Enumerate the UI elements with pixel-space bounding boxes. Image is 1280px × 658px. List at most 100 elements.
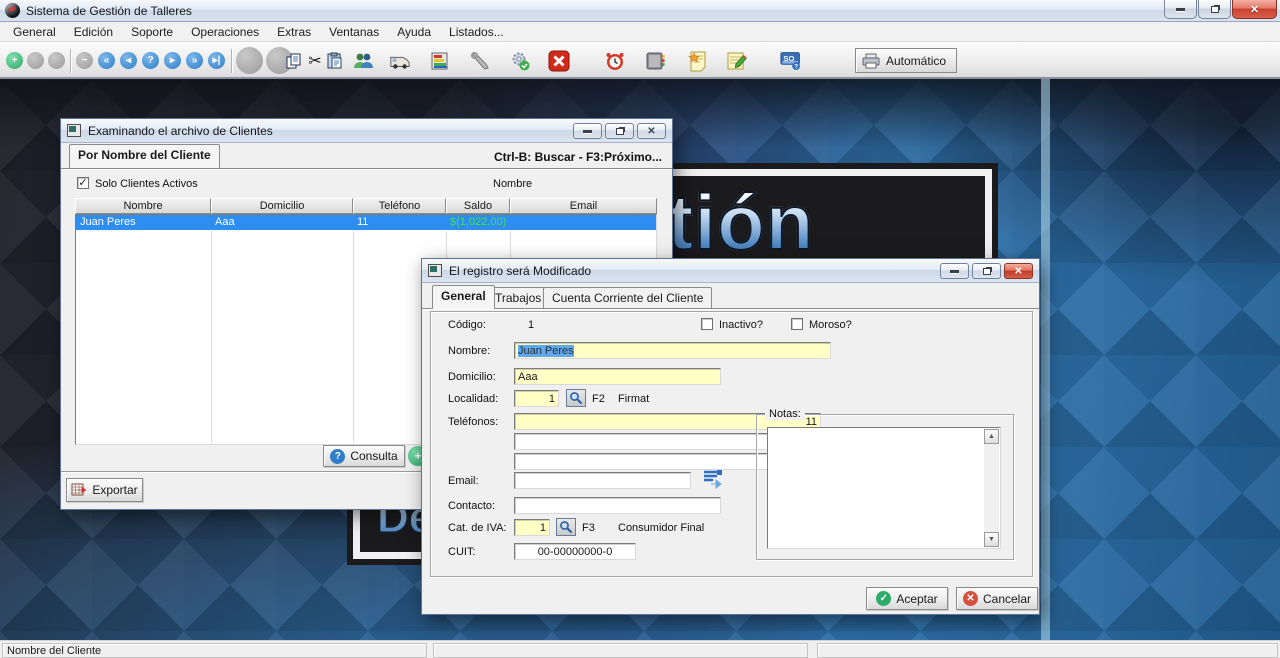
- tools-wrench-icon[interactable]: [469, 50, 491, 72]
- selected-text: Juan Peres: [518, 345, 574, 357]
- menu-extras[interactable]: Extras: [268, 23, 320, 41]
- dialog-minimize-button[interactable]: [940, 263, 969, 279]
- dialog-restore-button[interactable]: [972, 263, 1001, 279]
- alarm-clock-icon[interactable]: [604, 50, 626, 72]
- cancelar-button[interactable]: ✕ Cancelar: [956, 587, 1038, 610]
- nombre-input[interactable]: Juan Peres: [514, 342, 831, 359]
- menu-ventanas[interactable]: Ventanas: [320, 23, 388, 41]
- status-field-name: Nombre del Cliente: [2, 643, 427, 658]
- vehicle-icon[interactable]: [389, 50, 411, 72]
- header-nombre[interactable]: Nombre: [75, 198, 211, 214]
- restore-button[interactable]: [1198, 0, 1231, 19]
- delete-icon[interactable]: [548, 50, 570, 72]
- header-saldo[interactable]: Saldo: [446, 198, 510, 214]
- record-icon-a[interactable]: [27, 52, 44, 69]
- menu-general[interactable]: General: [4, 23, 65, 41]
- browse-tab-por-nombre[interactable]: Por Nombre del Cliente: [69, 144, 220, 168]
- minimize-icon: [1176, 8, 1185, 11]
- first-record-icon[interactable]: «: [98, 52, 115, 69]
- scroll-up-icon[interactable]: ▲: [984, 429, 999, 444]
- cell-email: [510, 215, 656, 230]
- report-save-icon[interactable]: [429, 50, 451, 72]
- localidad-input[interactable]: 1: [514, 390, 559, 407]
- svg-text:?: ?: [794, 64, 798, 71]
- x-icon: ✕: [963, 591, 978, 606]
- menu-listados[interactable]: Listados...: [440, 23, 513, 41]
- menu-edicion[interactable]: Edición: [65, 23, 122, 41]
- record-icon-b[interactable]: [48, 52, 65, 69]
- consulta-button[interactable]: ? Consulta: [323, 445, 405, 467]
- iva-input[interactable]: 1: [514, 519, 550, 536]
- dialog-close-button[interactable]: ✕: [1004, 263, 1033, 279]
- statusbar: Nombre del Cliente: [0, 640, 1280, 658]
- minimize-button[interactable]: [1164, 0, 1197, 19]
- localidad-lookup-button[interactable]: [566, 389, 586, 407]
- shortcut-hint: Ctrl-B: Buscar - F3:Próximo...: [494, 150, 662, 164]
- contacto-input[interactable]: [514, 497, 721, 514]
- note-new-icon[interactable]: [687, 50, 709, 72]
- sql-help-icon[interactable]: SQ?: [780, 50, 802, 72]
- menu-operaciones[interactable]: Operaciones: [182, 23, 268, 41]
- note-edit-icon[interactable]: [725, 50, 747, 72]
- last-record-icon[interactable]: ▸|: [208, 52, 225, 69]
- magnifier-icon: [559, 520, 573, 534]
- domicilio-label: Domicilio:: [448, 371, 496, 383]
- previous-record-icon[interactable]: ◂: [120, 52, 137, 69]
- localidad-name: Firmat: [618, 393, 649, 405]
- header-telefono[interactable]: Teléfono: [353, 198, 446, 214]
- grid-line: [353, 231, 354, 443]
- address-book-icon[interactable]: [644, 50, 666, 72]
- settings-gears-icon[interactable]: [509, 50, 531, 72]
- cuit-input[interactable]: 00-00000000-0: [514, 543, 636, 560]
- tab-cuenta-corriente[interactable]: Cuenta Corriente del Cliente: [543, 287, 712, 309]
- browse-restore-button[interactable]: [605, 123, 634, 139]
- print-automatic-button[interactable]: Automático: [855, 48, 957, 73]
- menu-soporte[interactable]: Soporte: [122, 23, 182, 41]
- solo-activos-checkbox[interactable]: ✓: [77, 177, 89, 189]
- main-titlebar: Sistema de Gestión de Talleres ✕: [0, 0, 1280, 22]
- send-email-button[interactable]: [703, 469, 725, 492]
- notas-scrollbar[interactable]: ▲ ▼: [984, 429, 999, 547]
- tab-trabajos[interactable]: Trabajos: [486, 287, 550, 309]
- header-email[interactable]: Email: [510, 198, 657, 214]
- aceptar-button[interactable]: ✓ Aceptar: [866, 587, 948, 610]
- inactivo-label: Inactivo?: [719, 319, 763, 331]
- paste-icon[interactable]: [324, 50, 346, 72]
- notas-textarea[interactable]: ▲ ▼: [767, 427, 1001, 549]
- query-icon[interactable]: ?: [142, 52, 159, 69]
- copy-icon[interactable]: [283, 50, 305, 72]
- email-input[interactable]: [514, 472, 691, 489]
- add-icon[interactable]: +: [6, 52, 23, 69]
- close-button[interactable]: ✕: [1232, 0, 1277, 19]
- dialog-window-controls: ✕: [937, 263, 1033, 279]
- cut-icon[interactable]: ✂: [304, 50, 326, 72]
- header-domicilio[interactable]: Domicilio: [211, 198, 353, 214]
- iva-lookup-button[interactable]: [556, 518, 576, 536]
- remove-icon[interactable]: −: [76, 52, 93, 69]
- domicilio-input[interactable]: Aaa: [514, 368, 721, 385]
- next-record-icon[interactable]: ▸: [164, 52, 181, 69]
- cell-domicilio: Aaa: [211, 215, 353, 230]
- browse-close-button[interactable]: ✕: [637, 123, 666, 139]
- menubar: General Edición Soporte Operaciones Extr…: [0, 22, 1280, 42]
- codigo-label: Código:: [448, 319, 486, 331]
- clients-icon[interactable]: [352, 50, 374, 72]
- notas-label: Notas:: [765, 408, 805, 420]
- fast-forward-icon[interactable]: »: [186, 52, 203, 69]
- menu-ayuda[interactable]: Ayuda: [388, 23, 440, 41]
- moroso-checkbox[interactable]: [791, 318, 803, 330]
- status-section-3: [817, 643, 1278, 658]
- tab-general[interactable]: General: [432, 285, 495, 309]
- browse-minimize-button[interactable]: [573, 123, 602, 139]
- iva-label: Cat. de IVA:: [448, 522, 507, 534]
- scroll-down-icon[interactable]: ▼: [984, 532, 999, 547]
- action-icon-a[interactable]: [236, 47, 263, 74]
- inactivo-checkbox[interactable]: [701, 318, 713, 330]
- print-automatic-label: Automático: [886, 54, 946, 68]
- close-icon: ✕: [647, 126, 655, 137]
- nombre-label: Nombre:: [448, 345, 490, 357]
- table-row-selected[interactable]: Juan Peres Aaa 11 $(1,022.00): [76, 215, 656, 230]
- help-icon: ?: [330, 449, 345, 464]
- exportar-button[interactable]: Exportar: [66, 478, 143, 502]
- localidad-label: Localidad:: [448, 393, 498, 405]
